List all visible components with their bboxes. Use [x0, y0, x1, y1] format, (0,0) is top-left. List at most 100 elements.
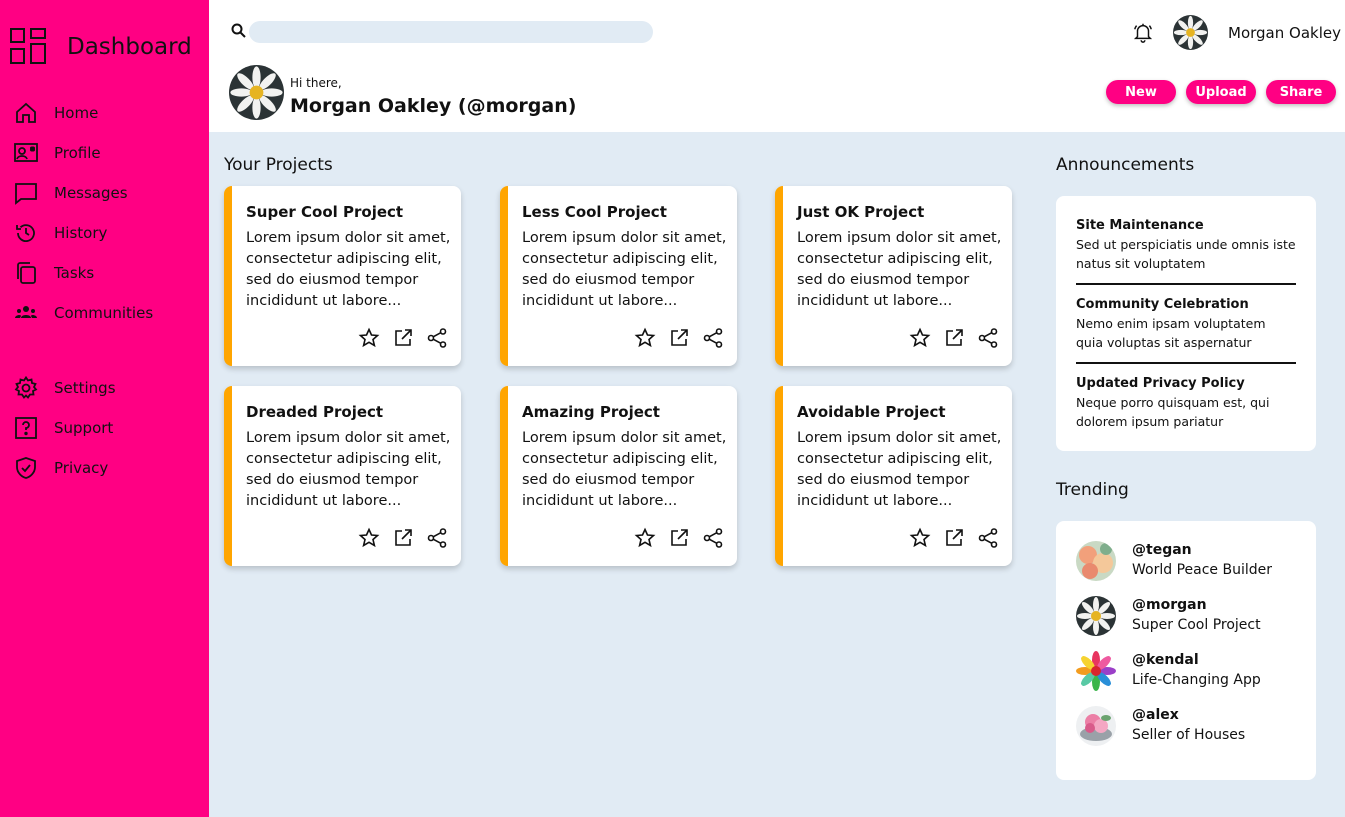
share-icon[interactable] [702, 327, 724, 349]
help-icon [15, 417, 37, 439]
star-icon[interactable] [909, 527, 931, 549]
share-icon[interactable] [977, 527, 999, 549]
announcements-panel: Site Maintenance Sed ut perspiciatis und… [1056, 196, 1316, 451]
sidebar-item-label: History [54, 224, 108, 242]
app-title: Dashboard [67, 34, 192, 60]
trending-item[interactable]: @tegan World Peace Builder [1076, 541, 1306, 585]
project-card[interactable]: Dreaded Project Lorem ipsum dolor sit ame… [224, 386, 461, 566]
project-description: Lorem ipsum dolor sit amet, consectetur … [797, 230, 1002, 309]
open-external-icon[interactable] [943, 527, 965, 549]
trending-subtitle: Seller of Houses [1132, 727, 1246, 743]
card-actions [634, 327, 724, 349]
sidebar-item-label: Home [54, 104, 99, 122]
new-button[interactable]: New [1106, 80, 1176, 104]
greeting-name: Morgan Oakley (@morgan) [290, 95, 577, 117]
announcement-item[interactable]: Site Maintenance Sed ut perspiciatis und… [1076, 218, 1296, 273]
project-card[interactable]: Less Cool Project Lorem ipsum dolor sit a… [500, 186, 737, 366]
sidebar-item-profile[interactable]: Profile [14, 141, 101, 165]
share-icon[interactable] [426, 527, 448, 549]
messages-icon [15, 183, 37, 205]
card-actions [358, 327, 448, 349]
profile-icon [14, 143, 38, 162]
open-external-icon[interactable] [668, 527, 690, 549]
sidebar-item-home[interactable]: Home [14, 101, 98, 125]
project-description: Lorem ipsum dolor sit amet, consectetur … [522, 230, 727, 309]
home-icon [16, 102, 36, 123]
trending-handle: @tegan [1132, 542, 1192, 558]
upload-button[interactable]: Upload [1186, 80, 1256, 104]
header: Morgan Oakley Hi there, Morgan Oakley (@… [209, 0, 1345, 132]
greeting-text: Hi there, [290, 76, 342, 90]
announcement-body: Sed ut perspiciatis unde omnis iste natu… [1076, 237, 1296, 271]
project-description: Lorem ipsum dolor sit amet, consectetur … [797, 430, 1002, 509]
avatar [1076, 706, 1116, 746]
avatar [1076, 541, 1116, 581]
sidebar-item-tasks[interactable]: Tasks [14, 261, 94, 285]
avatar [1076, 651, 1116, 691]
sidebar-item-label: Profile [54, 144, 101, 162]
trending-subtitle: Super Cool Project [1132, 617, 1261, 633]
open-external-icon[interactable] [392, 527, 414, 549]
sidebar-item-support[interactable]: Support [14, 416, 113, 440]
announcement-body: Neque porro quisquam est, qui dolorem ip… [1076, 395, 1270, 429]
open-external-icon[interactable] [943, 327, 965, 349]
bell-icon[interactable] [1132, 21, 1154, 43]
star-icon[interactable] [634, 327, 656, 349]
share-button[interactable]: Share [1266, 80, 1336, 104]
project-description: Lorem ipsum dolor sit amet, consectetur … [246, 430, 451, 509]
divider [1076, 283, 1296, 285]
trending-subtitle: World Peace Builder [1132, 562, 1272, 578]
star-icon[interactable] [634, 527, 656, 549]
project-title: Super Cool Project [246, 203, 404, 221]
announcement-item[interactable]: Updated Privacy Policy Neque porro quisq… [1076, 376, 1296, 431]
announcement-item[interactable]: Community Celebration Nemo enim ipsam vo… [1076, 297, 1296, 352]
profile-avatar [229, 65, 284, 120]
announcement-title: Updated Privacy Policy [1076, 376, 1245, 391]
card-actions [358, 527, 448, 549]
project-title: Avoidable Project [797, 403, 946, 421]
sidebar-item-history[interactable]: History [14, 221, 107, 245]
card-actions [909, 527, 999, 549]
user-avatar[interactable] [1173, 15, 1208, 50]
star-icon[interactable] [358, 527, 380, 549]
project-card[interactable]: Avoidable Project Lorem ipsum dolor sit a… [775, 386, 1012, 566]
sidebar-item-privacy[interactable]: Privacy [14, 456, 108, 480]
project-title: Amazing Project [522, 403, 660, 421]
sidebar-item-settings[interactable]: Settings [14, 376, 116, 400]
sidebar-item-communities[interactable]: Communities [14, 301, 153, 325]
avatar [1076, 596, 1116, 636]
sidebar: Dashboard Home Profile Messages History … [0, 0, 209, 817]
sidebar-item-label: Communities [54, 304, 154, 322]
communities-icon [15, 306, 37, 318]
trending-item[interactable]: @kendal Life-Changing App [1076, 651, 1306, 695]
trending-subtitle: Life-Changing App [1132, 672, 1261, 688]
project-card[interactable]: Super Cool Project Lorem ipsum dolor sit … [224, 186, 461, 366]
project-title: Just OK Project [797, 203, 925, 221]
announcement-title: Site Maintenance [1076, 218, 1204, 233]
sidebar-item-label: Settings [54, 379, 116, 397]
sidebar-item-messages[interactable]: Messages [14, 181, 128, 205]
trending-item[interactable]: @alex Seller of Houses [1076, 706, 1306, 750]
search-icon[interactable] [230, 22, 248, 40]
share-icon[interactable] [977, 327, 999, 349]
star-icon[interactable] [358, 327, 380, 349]
trending-handle: @kendal [1132, 652, 1199, 668]
star-icon[interactable] [909, 327, 931, 349]
project-title: Dreaded Project [246, 403, 384, 421]
trending-panel: @tegan World Peace Builder @morgan Super… [1056, 521, 1316, 780]
project-card[interactable]: Amazing Project Lorem ipsum dolor sit ame… [500, 386, 737, 566]
project-card[interactable]: Just OK Project Lorem ipsum dolor sit ame… [775, 186, 1012, 366]
header-user-name[interactable]: Morgan Oakley [1228, 24, 1341, 42]
share-icon[interactable] [426, 327, 448, 349]
open-external-icon[interactable] [668, 327, 690, 349]
trending-item[interactable]: @morgan Super Cool Project [1076, 596, 1306, 640]
projects-title: Your Projects [224, 155, 333, 175]
project-title: Less Cool Project [522, 203, 667, 221]
project-description: Lorem ipsum dolor sit amet, consectetur … [246, 230, 451, 309]
project-description: Lorem ipsum dolor sit amet, consectetur … [522, 430, 727, 509]
share-icon[interactable] [702, 527, 724, 549]
search-input[interactable] [249, 21, 653, 43]
brand: Dashboard [10, 28, 192, 64]
shield-icon [16, 457, 36, 479]
open-external-icon[interactable] [392, 327, 414, 349]
